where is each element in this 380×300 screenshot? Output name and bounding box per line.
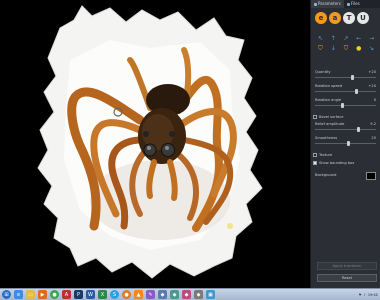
slider-value: 0 [373,98,376,102]
flag-icon[interactable]: ⚑ [359,293,362,297]
mode-t-button[interactable]: T [343,12,355,24]
photos-icon[interactable]: ▣ [206,290,215,299]
arrow-up-icon[interactable]: ↑ [330,36,336,42]
app-icon[interactable]: ◆ [158,290,167,299]
slider-value: 20 [371,136,376,140]
arrow-down-icon[interactable]: ↓ [330,46,336,52]
excel-icon[interactable]: X [98,290,107,299]
start-icon[interactable]: ⊞ [2,290,11,299]
word-icon[interactable]: W [86,290,95,299]
slider-knob[interactable] [347,141,351,146]
mode-selector: e a T U [311,10,380,26]
app-icon-2[interactable]: ◆ [170,290,179,299]
slider-track[interactable] [315,77,376,78]
checkbox-label: Texture [319,153,333,157]
taskbar: ⊞ e ▭ ▶ ● A P W X S ● ▲ ✎ ◆ ◆ ◆ ◆ ▣ ⚑ ♪ … [0,288,380,300]
background-color-swatch[interactable] [366,172,376,180]
slider-rotation-speed[interactable]: Rotation speed +20 [313,84,379,96]
shape-icon-row: ⛉ ↓ ⛉ ● ↘ [311,46,380,52]
folder-icon[interactable]: ▭ [26,290,35,299]
apply-transform-button[interactable]: Apply transform [317,262,377,270]
spider-image [37,5,263,279]
image-canvas[interactable] [0,0,308,288]
slider-label: Relief amplitude [315,122,345,126]
slider-label: Rotation angle [315,98,342,102]
arrow-left-icon[interactable]: ← [356,36,362,42]
checkbox-label: Show bounding box [319,161,355,165]
check-texture[interactable]: Texture [313,152,379,158]
checkbox[interactable] [313,153,317,157]
slider-label: Quantity [315,70,331,74]
checkbox-label: Bevel surface [319,115,344,119]
bulb-icon[interactable]: ● [356,46,362,52]
tab-files[interactable]: Files [344,0,363,8]
reset-button[interactable]: Reset [317,274,377,282]
arrow-up-left-icon[interactable]: ↖ [317,36,323,42]
slider-value: 9.2 [370,122,376,126]
app-icon-3[interactable]: ◆ [182,290,191,299]
parameters-icon [314,2,317,6]
slider-smoothness[interactable]: Smoothness 20 [313,136,379,148]
checkbox[interactable] [313,161,317,165]
slider-track[interactable] [315,105,376,106]
check-bevel-surface[interactable]: Bevel surface [313,114,379,120]
app-icon-4[interactable]: ◆ [194,290,203,299]
paint-icon[interactable]: ✎ [146,290,155,299]
shield-icon[interactable]: ⛉ [317,46,323,52]
clock[interactable]: 19:42 [368,293,378,297]
slider-knob[interactable] [351,75,355,80]
arrow-up-right-icon[interactable]: ↗ [343,36,349,42]
arrow-icon-row: ↖ ↑ ↗ ← → [311,36,380,42]
mode-e-button[interactable]: e [315,12,327,24]
slider-knob[interactable] [357,127,361,132]
slider-quantity[interactable]: Quantity +20 [313,70,379,82]
arrow-right-icon[interactable]: → [369,36,375,42]
background-row: Background [313,172,379,180]
parameters-panel: Parameters Files e a T U ↖ ↑ ↗ ← → ⛉ ↓ ⛉… [310,0,380,288]
slider-value: +20 [368,70,376,74]
slider-label: Rotation speed [315,84,343,88]
slider-knob[interactable] [340,103,344,108]
system-tray: ⚑ ♪ 19:42 [359,290,378,300]
mode-u-button[interactable]: U [357,12,369,24]
panel-tabbar: Parameters Files [311,0,380,8]
media-icon[interactable]: ▶ [38,290,47,299]
chrome-icon[interactable]: ● [50,290,59,299]
pdf-icon[interactable]: A [62,290,71,299]
tab-parameters[interactable]: Parameters [311,0,344,8]
ie-icon[interactable]: e [14,290,23,299]
tab-files-label: Files [350,1,360,6]
arrow-down-right-icon[interactable]: ↘ [369,46,375,52]
photoshop-icon[interactable]: P [74,290,83,299]
shield-alt-icon[interactable]: ⛉ [343,46,349,52]
slider-track[interactable] [315,129,376,130]
skype-icon[interactable]: S [110,290,119,299]
slider-value: +20 [368,84,376,88]
check-show-bounding-box[interactable]: Show bounding box [313,160,379,166]
slider-track[interactable] [315,91,376,92]
slider-label: Smoothness [315,136,338,140]
files-icon [346,2,350,6]
slider-track[interactable] [315,143,376,144]
background-label: Background [315,173,337,177]
slider-knob[interactable] [354,89,358,94]
checkbox[interactable] [313,115,317,119]
volume-icon[interactable]: ♪ [364,293,366,297]
firefox-icon[interactable]: ● [122,290,131,299]
slider-rotation-angle[interactable]: Rotation angle 0 [313,98,379,110]
mode-a-button[interactable]: a [329,12,341,24]
vlc-icon[interactable]: ▲ [134,290,143,299]
tab-parameters-label: Parameters [318,1,341,6]
slider-relief-amplitude[interactable]: Relief amplitude 9.2 [313,122,379,134]
